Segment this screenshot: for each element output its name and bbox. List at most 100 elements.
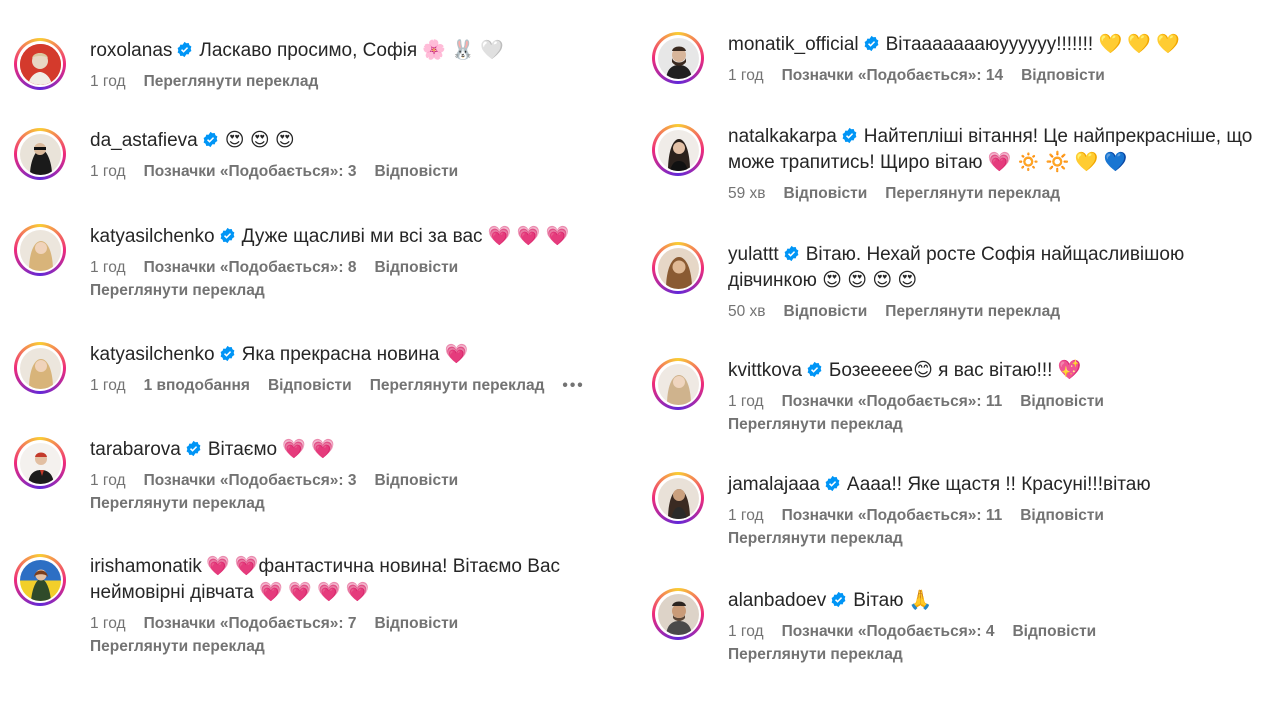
avatar[interactable] [14, 437, 66, 489]
translate-link[interactable]: Переглянути переклад [728, 529, 1258, 549]
comment-time: 50 хв [728, 303, 766, 320]
avatar[interactable] [14, 224, 66, 276]
avatar[interactable] [652, 32, 704, 84]
likes-count[interactable]: Позначки «Подобається»: 11 [782, 507, 1003, 524]
likes-count[interactable]: Позначки «Подобається»: 3 [144, 163, 357, 180]
comment-username[interactable]: jamalajaaa [728, 474, 820, 495]
verified-badge-icon [219, 227, 236, 244]
comment-username[interactable]: tarabarova [90, 439, 181, 460]
comment-text: Дуже щасливі ми всі за вас 💗 💗 💗 [241, 226, 570, 247]
comment-username[interactable]: da_astafieva [90, 130, 198, 151]
likes-count[interactable]: Позначки «Подобається»: 14 [782, 67, 1004, 84]
likes-count[interactable]: 1 вподобання [144, 377, 250, 394]
likes-count[interactable]: Позначки «Подобається»: 4 [782, 623, 995, 640]
verified-badge-icon [783, 245, 800, 262]
comment-username[interactable]: irishamonatik [90, 556, 202, 577]
likes-count[interactable]: Позначки «Подобається»: 3 [144, 472, 357, 489]
comment-time: 1 год [728, 67, 764, 84]
comment-username[interactable]: yulattt [728, 244, 779, 265]
verified-badge-icon [830, 591, 847, 608]
avatar-photo-icon [657, 247, 699, 289]
avatar[interactable] [14, 38, 66, 90]
reply-button[interactable]: Відповісти [268, 377, 352, 394]
likes-count[interactable]: Позначки «Подобається»: 8 [144, 259, 357, 276]
comment-text: Аааа!! Яке щастя !! Красуні!!!вітаю [846, 474, 1151, 495]
verified-badge-icon [841, 127, 858, 144]
comment-username[interactable]: katyasilchenko [90, 226, 215, 247]
comment-time: 1 год [728, 623, 764, 640]
reply-button[interactable]: Відповісти [784, 185, 868, 202]
translate-link[interactable]: Переглянути переклад [728, 645, 1258, 665]
avatar-photo-icon [19, 559, 61, 601]
comment-username[interactable]: katyasilchenko [90, 344, 215, 365]
reply-button[interactable]: Відповісти [374, 615, 458, 632]
avatar-photo-icon [19, 347, 61, 389]
comment-meta: 50 хв Відповісти Переглянути переклад [728, 302, 1258, 322]
avatar-photo-icon [657, 37, 699, 79]
verified-badge-icon [863, 35, 880, 52]
avatar[interactable] [14, 128, 66, 180]
translate-link[interactable]: Переглянути переклад [885, 185, 1060, 202]
comment-username[interactable]: monatik_official [728, 34, 859, 55]
verified-badge-icon [176, 41, 193, 58]
comment-time: 1 год [90, 259, 126, 276]
reply-button[interactable]: Відповісти [374, 259, 458, 276]
avatar[interactable] [14, 342, 66, 394]
comment-meta: 1 год Позначки «Подобається»: 11 Відповіст… [728, 392, 1258, 412]
verified-badge-icon [202, 131, 219, 148]
avatar-photo-icon [657, 363, 699, 405]
reply-button[interactable]: Відповісти [374, 472, 458, 489]
verified-badge-icon [824, 475, 841, 492]
likes-count[interactable]: Позначки «Подобається»: 11 [782, 393, 1003, 410]
comment-meta: 59 хв Відповісти Переглянути переклад [728, 184, 1258, 204]
verified-badge-icon [185, 440, 202, 457]
comment-time: 1 год [90, 73, 126, 90]
comment-text: Яка прекрасна новина 💗 [241, 344, 469, 365]
comment-time: 1 год [90, 163, 126, 180]
translate-link[interactable]: Переглянути переклад [90, 637, 620, 657]
translate-link[interactable]: Переглянути переклад [90, 494, 620, 514]
reply-button[interactable]: Відповісти [1012, 623, 1096, 640]
comment-username[interactable]: natalkakarpa [728, 126, 837, 147]
reply-button[interactable]: Відповісти [374, 163, 458, 180]
comment-meta: 1 год Позначки «Подобається»: 7 Відповісти [90, 614, 620, 634]
avatar[interactable] [652, 124, 704, 176]
comment-username[interactable]: kvittkova [728, 360, 802, 381]
translate-link[interactable]: Переглянути переклад [370, 377, 545, 394]
more-options-icon[interactable]: ••• [562, 376, 584, 396]
comment-username[interactable]: alanbadoev [728, 590, 826, 611]
comment-time: 1 год [90, 472, 126, 489]
translate-link[interactable]: Переглянути переклад [90, 281, 620, 301]
comment-time: 59 хв [728, 185, 766, 202]
comment-time: 1 год [90, 377, 126, 394]
comment-meta: 1 год 1 вподобання Відповісти Переглянути п… [90, 376, 620, 396]
comment-text: Ласкаво просимо, Софія 🌸 🐰 🤍 [199, 40, 504, 61]
avatar-photo-icon [657, 129, 699, 171]
avatar[interactable] [14, 554, 66, 606]
avatar[interactable] [652, 588, 704, 640]
comment-text: Вітаю 🙏 [853, 590, 933, 611]
reply-button[interactable]: Відповісти [1020, 393, 1104, 410]
reply-button[interactable]: Відповісти [784, 303, 868, 320]
likes-count[interactable]: Позначки «Подобається»: 7 [144, 615, 357, 632]
comment-meta: 1 год Позначки «Подобається»: 3 Відповісти [90, 162, 620, 182]
translate-link[interactable]: Переглянути переклад [885, 303, 1060, 320]
avatar[interactable] [652, 242, 704, 294]
comment-text: Бозеееее😊 я вас вітаю!!! 💖 [828, 360, 1082, 381]
comment-text: 😍 😍 😍 [224, 130, 295, 151]
avatar-photo-icon [19, 133, 61, 175]
comment-meta: 1 год Позначки «Подобається»: 11 Відповіст… [728, 506, 1258, 526]
translate-link[interactable]: Переглянути переклад [144, 73, 319, 90]
comment-username[interactable]: roxolanas [90, 40, 172, 61]
avatar[interactable] [652, 472, 704, 524]
comment-meta: 1 год Позначки «Подобається»: 3 Відповісти [90, 471, 620, 491]
comment-meta: 1 год Позначки «Подобається»: 4 Відповісти [728, 622, 1258, 642]
reply-button[interactable]: Відповісти [1021, 67, 1105, 84]
avatar-photo-icon [19, 229, 61, 271]
avatar-photo-icon [19, 43, 61, 85]
comment-time: 1 год [728, 393, 764, 410]
reply-button[interactable]: Відповісти [1020, 507, 1104, 524]
comment-text-line: irishamonatik 💗 💗фантастична новина! Віта… [90, 554, 620, 606]
avatar[interactable] [652, 358, 704, 410]
translate-link[interactable]: Переглянути переклад [728, 415, 1258, 435]
